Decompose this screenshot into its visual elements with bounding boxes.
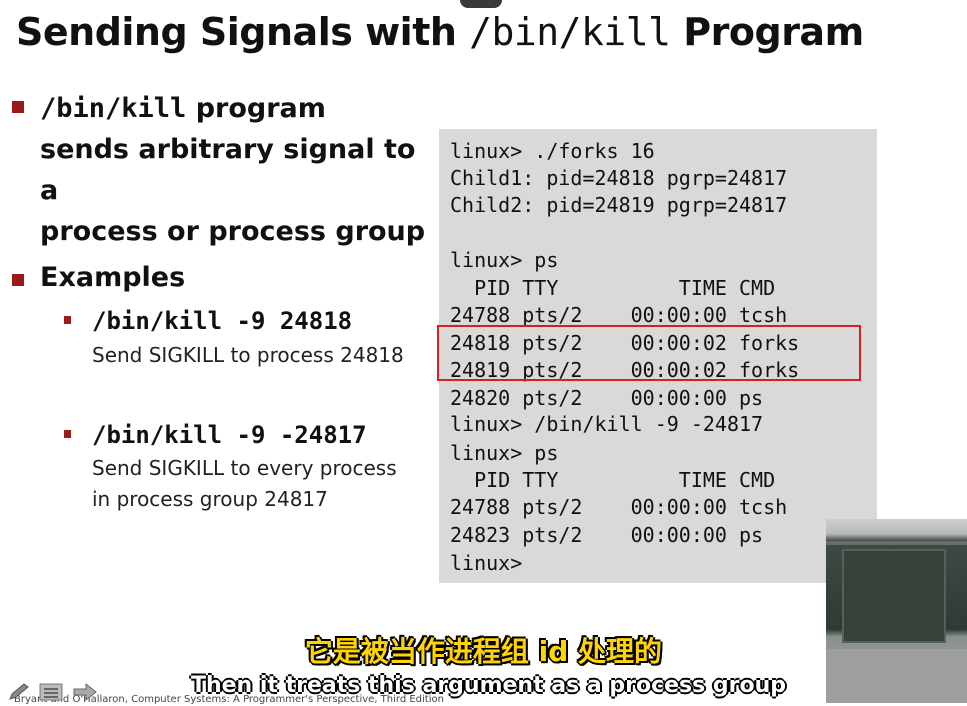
terminal-line: Child2: pid=24819 pgrp=24817 bbox=[450, 193, 788, 217]
example-desc-2-line-2: in process group 24817 bbox=[92, 487, 328, 511]
slide-title: Sending Signals with /bin/kill Program bbox=[16, 10, 966, 54]
terminal-line: 24823 pts/2 00:00:00 ps bbox=[450, 523, 764, 547]
terminal-line: 24820 pts/2 00:00:00 ps bbox=[450, 386, 764, 410]
examples-label: Examples bbox=[40, 262, 186, 293]
terminal-line: PID TTY TIME CMD bbox=[450, 276, 776, 300]
subtitle-english: Then it treats this argument as a proces… bbox=[190, 673, 787, 698]
title-prefix: Sending Signals with bbox=[16, 10, 470, 54]
bullet-marker bbox=[12, 274, 24, 286]
bullet-marker bbox=[12, 101, 24, 113]
terminal-line: PID TTY TIME CMD bbox=[450, 468, 776, 492]
sub-bullet-marker bbox=[64, 430, 71, 438]
terminal-line: linux> ps bbox=[450, 441, 559, 465]
title-suffix: Program bbox=[670, 10, 864, 54]
terminal-line: linux> /bin/kill -9 -24817 bbox=[450, 412, 764, 436]
terminal-line: Child1: pid=24818 pgrp=24817 bbox=[450, 166, 788, 190]
example-command-2: /bin/kill -9 -24817 bbox=[92, 421, 367, 449]
example-desc-2-line-1: Send SIGKILL to every process bbox=[92, 456, 397, 480]
bullet-kill-program: /bin/kill program sends arbitrary signal… bbox=[40, 88, 430, 252]
title-code: /bin/kill bbox=[469, 10, 671, 54]
terminal-line: 24788 pts/2 00:00:00 tcsh bbox=[450, 303, 788, 327]
sub-bullet-marker bbox=[64, 316, 71, 324]
window-notch bbox=[460, 0, 502, 8]
bullet-text-2: sends arbitrary signal to a bbox=[40, 134, 416, 206]
terminal-line: linux> ps bbox=[450, 248, 559, 272]
bullet-text-1: program bbox=[186, 93, 326, 124]
forks-highlight-box bbox=[437, 325, 861, 381]
terminal-line: linux> bbox=[450, 551, 523, 575]
example-desc-2: Send SIGKILL to every process in process… bbox=[92, 453, 397, 515]
example-desc-1: Send SIGKILL to process 24818 bbox=[92, 340, 404, 371]
example-desc-1-line-1: Send SIGKILL to process 24818 bbox=[92, 343, 404, 367]
subtitle-chinese: 它是被当作进程组 id 处理的 bbox=[304, 635, 663, 668]
terminal-line: linux> ./forks 16 bbox=[450, 139, 655, 163]
bullet-text-3: process or process group bbox=[40, 216, 426, 247]
example-command-1: /bin/kill -9 24818 bbox=[92, 307, 353, 335]
terminal-line: 24788 pts/2 00:00:00 tcsh bbox=[450, 495, 788, 519]
bullet-code: /bin/kill bbox=[40, 93, 187, 124]
